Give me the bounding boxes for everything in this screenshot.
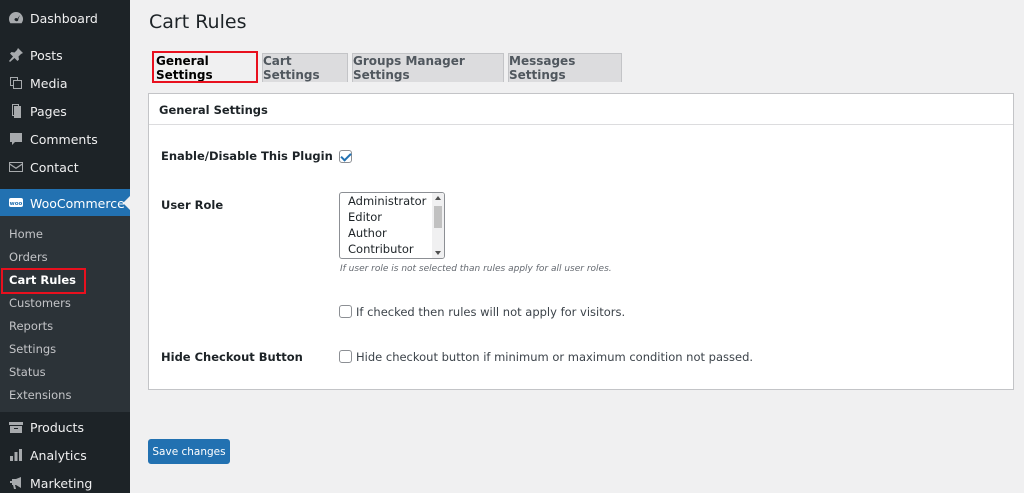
sidebar-item-products[interactable]: Products <box>0 413 130 441</box>
svg-text:woo: woo <box>10 201 23 207</box>
woo-icon: woo <box>8 195 24 211</box>
sidebar-item-label: Posts <box>30 47 63 63</box>
visitors-checkbox[interactable] <box>339 305 352 318</box>
scrollbar-thumb[interactable] <box>434 206 442 228</box>
sidebar-item-marketing[interactable]: Marketing <box>0 469 130 493</box>
sidebar-item-label: Analytics <box>30 447 87 463</box>
sidebar-item-label: Products <box>30 419 84 435</box>
scroll-down-icon[interactable] <box>435 251 441 255</box>
sidebar-item-comments[interactable]: Comments <box>0 125 130 153</box>
user-role-hint: If user role is not selected than rules … <box>340 264 612 274</box>
tab-groups-manager-settings[interactable]: Groups Manager Settings <box>352 53 504 82</box>
hide-checkout-checkbox-label: Hide checkout button if minimum or maxim… <box>356 350 754 364</box>
hide-checkout-label: Hide Checkout Button <box>161 350 303 364</box>
tab-cart-settings[interactable]: Cart Settings <box>262 53 348 82</box>
submenu-item-status[interactable]: Status <box>9 362 46 382</box>
sidebar-item-label: WooCommerce <box>30 195 125 211</box>
sidebar-item-media[interactable]: Media <box>0 69 130 97</box>
comment-icon <box>8 131 24 147</box>
sidebar-item-label: Contact <box>30 159 79 175</box>
user-role-option[interactable]: Author <box>348 226 387 240</box>
save-changes-button[interactable]: Save changes <box>148 439 230 464</box>
products-icon <box>8 419 24 435</box>
panel-header: General Settings <box>149 94 1013 125</box>
sidebar-item-dashboard[interactable]: Dashboard <box>0 4 130 32</box>
analytics-icon <box>8 447 24 463</box>
select-scrollbar[interactable] <box>432 193 444 258</box>
dashboard-icon <box>8 10 24 26</box>
tab-messages-settings[interactable]: Messages Settings <box>508 53 622 82</box>
page-title: Cart Rules <box>149 11 247 33</box>
megaphone-icon <box>8 475 24 491</box>
sidebar-item-label: Pages <box>30 103 67 119</box>
settings-panel: General Settings Enable/Disable This Plu… <box>148 93 1014 390</box>
sidebar-item-label: Dashboard <box>30 10 98 26</box>
admin-sidebar: Dashboard Posts Media Pages Comments Con… <box>0 0 130 493</box>
sidebar-item-posts[interactable]: Posts <box>0 41 130 69</box>
submenu-item-extensions[interactable]: Extensions <box>9 385 71 405</box>
submenu-item-home[interactable]: Home <box>9 224 43 244</box>
submenu-item-orders[interactable]: Orders <box>9 247 48 267</box>
sidebar-item-pages[interactable]: Pages <box>0 97 130 125</box>
woocommerce-submenu: Home Orders Cart Rules Customers Reports… <box>0 216 130 412</box>
highlight-box-cart-rules <box>1 268 86 294</box>
sidebar-item-contact[interactable]: Contact <box>0 153 130 181</box>
enable-plugin-label: Enable/Disable This Plugin <box>161 149 333 163</box>
submenu-item-customers[interactable]: Customers <box>9 293 71 313</box>
user-role-option[interactable]: Administrator <box>348 194 426 208</box>
submenu-item-reports[interactable]: Reports <box>9 316 53 336</box>
submenu-item-settings[interactable]: Settings <box>9 339 56 359</box>
sidebar-item-label: Media <box>30 75 68 91</box>
hide-checkout-checkbox[interactable] <box>339 350 352 363</box>
mail-icon <box>8 159 24 175</box>
pages-icon <box>8 103 24 119</box>
highlight-box-general-tab <box>152 51 258 83</box>
user-role-option[interactable]: Editor <box>348 210 382 224</box>
visitors-checkbox-label: If checked then rules will not apply for… <box>356 305 626 319</box>
user-role-label: User Role <box>161 198 224 212</box>
user-role-select[interactable]: Administrator Editor Author Contributor <box>339 192 445 259</box>
panel-title: General Settings <box>159 103 268 117</box>
sidebar-item-woocommerce[interactable]: woo WooCommerce <box>0 189 130 217</box>
pin-icon <box>8 47 24 63</box>
sidebar-item-analytics[interactable]: Analytics <box>0 441 130 469</box>
sidebar-item-label: Marketing <box>30 475 93 491</box>
scroll-up-icon[interactable] <box>435 196 441 200</box>
current-menu-arrow-icon <box>123 196 130 210</box>
user-role-option[interactable]: Contributor <box>348 242 414 256</box>
enable-plugin-checkbox[interactable] <box>339 150 352 163</box>
sidebar-item-label: Comments <box>30 131 98 147</box>
media-icon <box>8 75 24 91</box>
